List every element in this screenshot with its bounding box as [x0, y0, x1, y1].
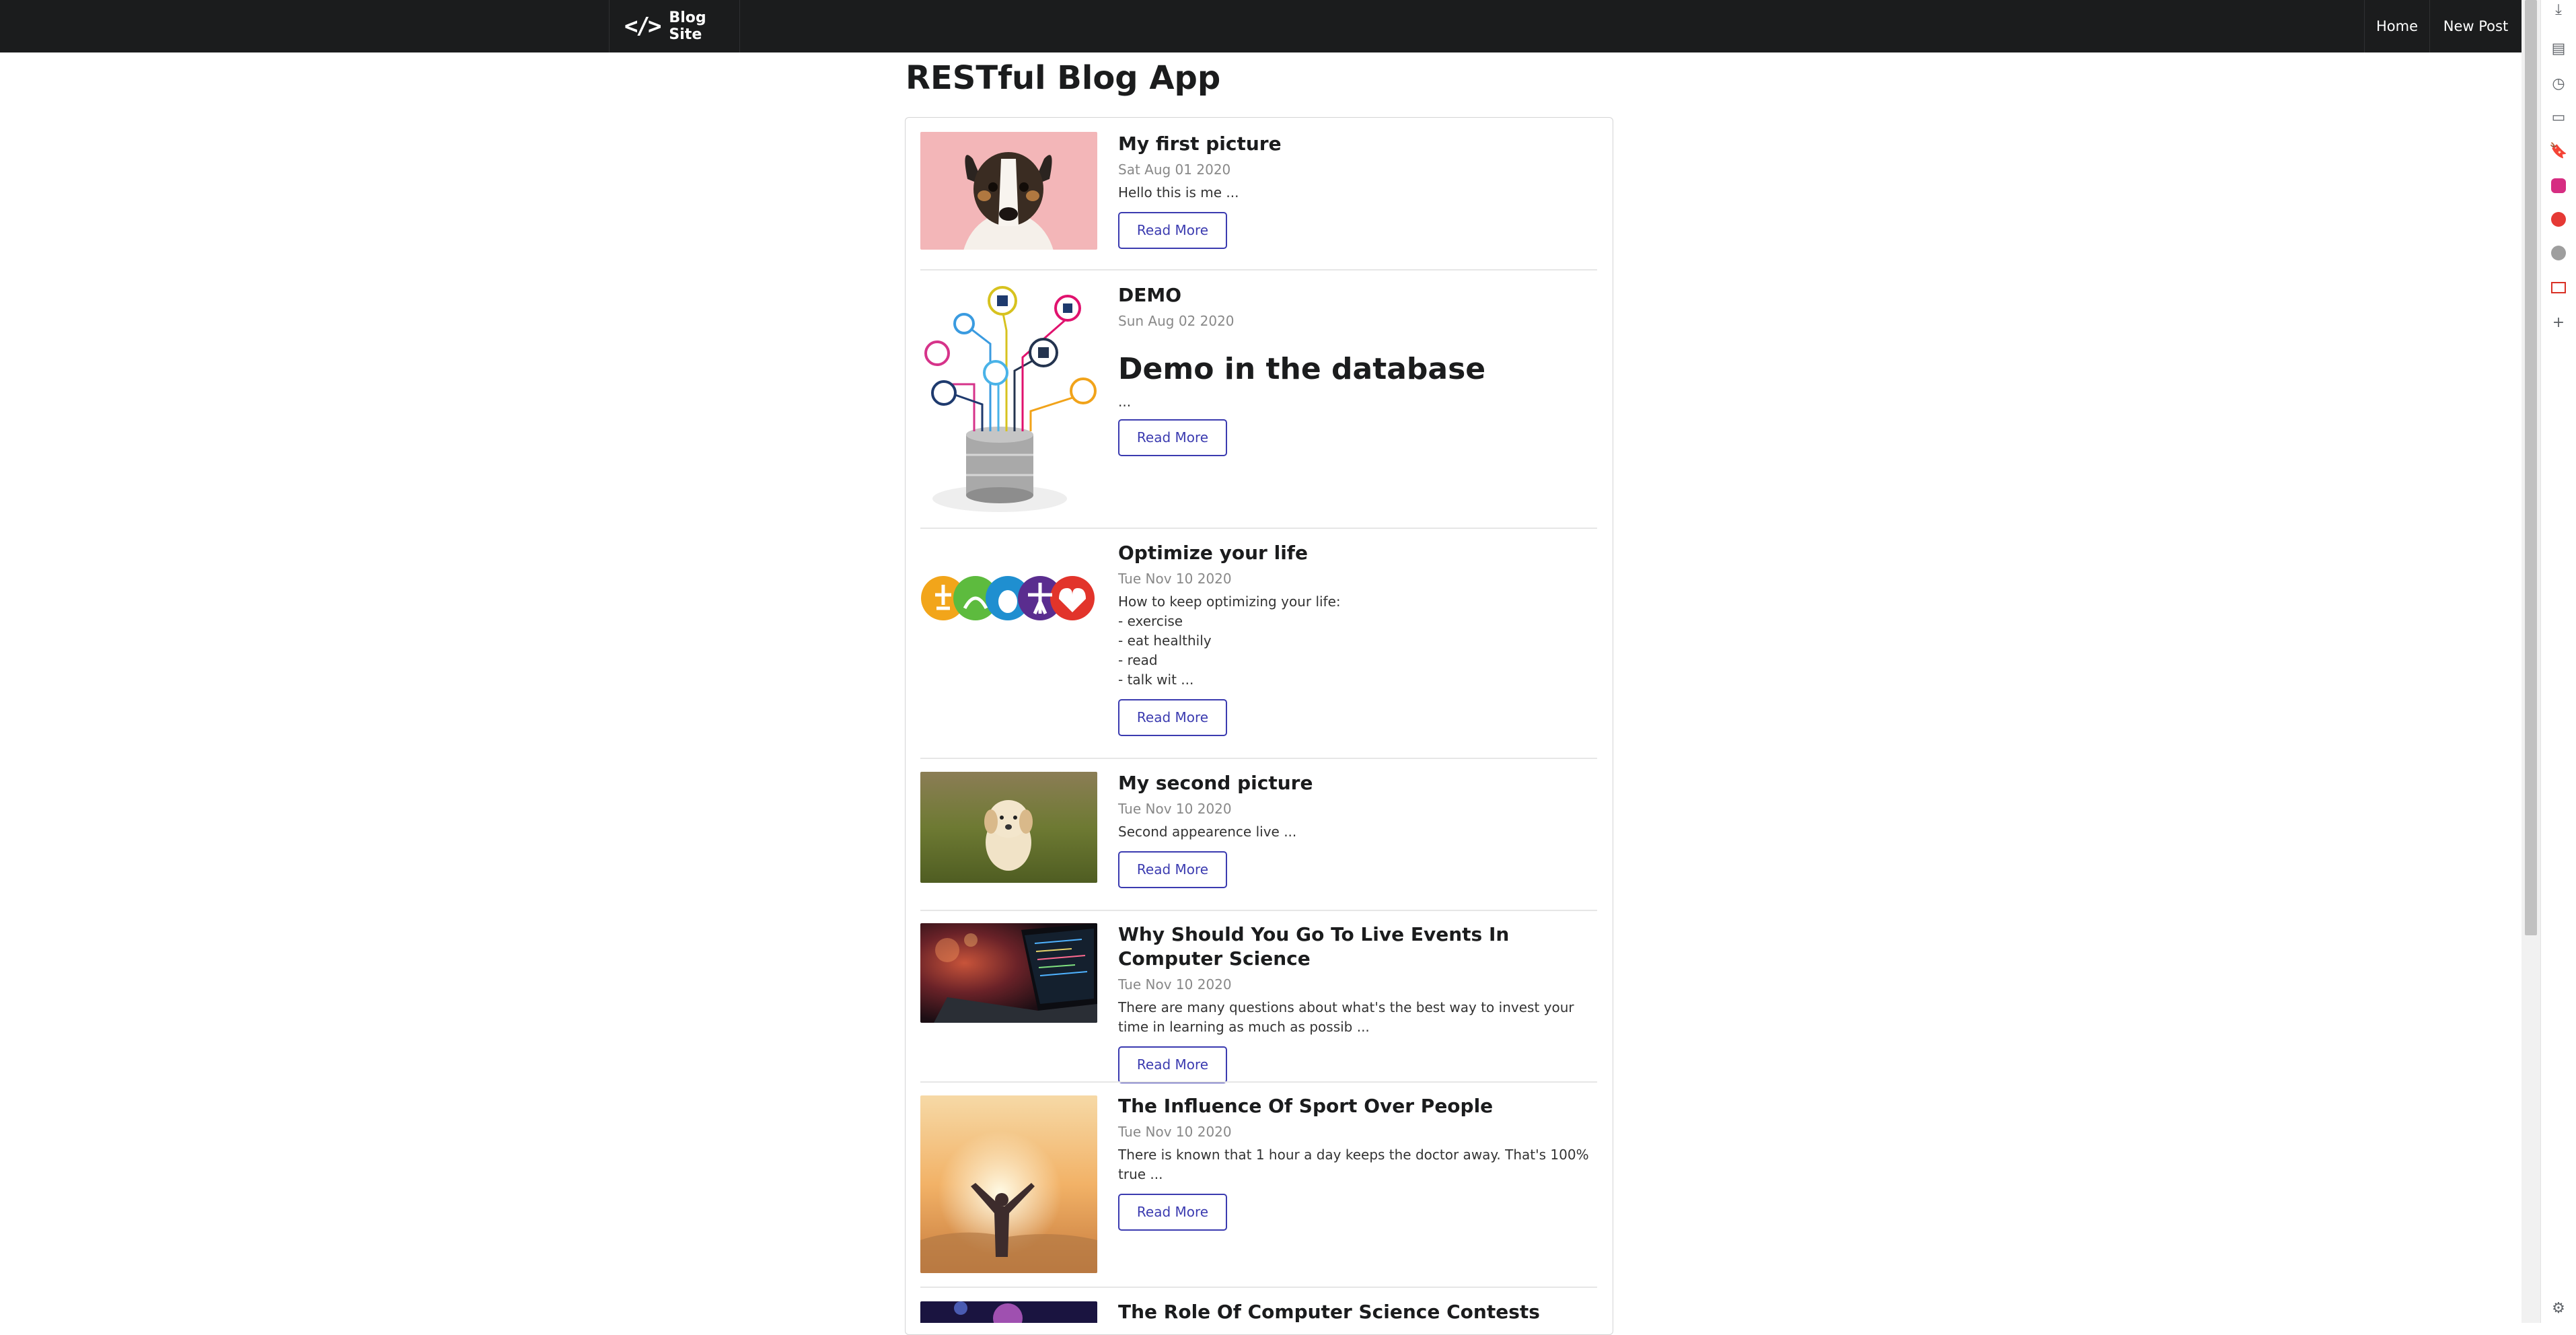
contest-photo-image: [920, 1301, 1097, 1323]
post-image[interactable]: [920, 283, 1097, 515]
page-scrollbar[interactable]: [2522, 0, 2540, 1323]
post-description: Demo in the database: [1118, 352, 1486, 386]
post-description: Second appearence live ...: [1118, 824, 1297, 840]
post-description: There are many questions about what's th…: [1118, 999, 1574, 1035]
post-date: Tue Nov 10 2020: [1118, 571, 1232, 587]
post-image[interactable]: [920, 1095, 1097, 1273]
post-image[interactable]: [920, 923, 1097, 1023]
post-content: Why Should You Go To Live Events In Comp…: [1118, 923, 1596, 1083]
post-image[interactable]: [920, 568, 1097, 628]
dog-portrait-image: [920, 132, 1097, 250]
divider: [920, 1287, 1597, 1288]
history-icon[interactable]: ◷: [2549, 74, 2568, 93]
divider: [920, 269, 1597, 270]
gmail-icon[interactable]: [2549, 278, 2568, 297]
reading-list-icon[interactable]: ▤: [2549, 39, 2568, 58]
list-item: The Role Of Computer Science Contests: [920, 1300, 1596, 1323]
wellness-icons-image: [921, 576, 1095, 620]
divider: [920, 1081, 1597, 1083]
post-title[interactable]: DEMO: [1118, 283, 1596, 308]
post-title[interactable]: Why Should You Go To Live Events In Comp…: [1118, 923, 1596, 971]
read-more-button[interactable]: Read More: [1118, 1194, 1227, 1231]
divider: [920, 758, 1597, 759]
nav-home-link[interactable]: Home: [2364, 0, 2429, 52]
page-title: RESTful Blog App: [906, 59, 1221, 97]
post-title[interactable]: The Role Of Computer Science Contests: [1118, 1300, 1596, 1323]
top-navbar: </> Blog Site Home New Post: [0, 0, 2522, 52]
post-content: The Influence Of Sport Over People Tue N…: [1118, 1094, 1596, 1231]
post-content: My second picture Tue Nov 10 2020 Second…: [1118, 771, 1596, 888]
tabs-icon[interactable]: ▭: [2549, 108, 2568, 127]
post-description: How to keep optimizing your life: - exer…: [1118, 593, 1341, 688]
divider: [920, 528, 1597, 529]
puppy-photo-image: [920, 772, 1097, 883]
settings-icon[interactable]: ⚙: [2549, 1299, 2568, 1318]
read-more-button[interactable]: Read More: [1118, 1046, 1227, 1083]
post-content: The Role Of Computer Science Contests: [1118, 1300, 1596, 1323]
nav-new-post-link[interactable]: New Post: [2429, 0, 2522, 52]
scrollbar-thumb[interactable]: [2525, 0, 2537, 935]
chrome-icon[interactable]: [2549, 244, 2568, 262]
post-content: DEMO Sun Aug 02 2020 Demo in the databas…: [1118, 283, 1596, 456]
post-date: Tue Nov 10 2020: [1118, 801, 1232, 817]
read-more-button[interactable]: Read More: [1118, 851, 1227, 888]
browser-side-panel: ⤓ ▤ ◷ ▭ 🔖 + ⚙: [2540, 0, 2576, 1323]
post-title[interactable]: Optimize your life: [1118, 541, 1596, 565]
add-icon[interactable]: +: [2549, 313, 2568, 332]
post-image[interactable]: [920, 1301, 1097, 1323]
post-title[interactable]: My first picture: [1118, 132, 1596, 156]
post-date: Tue Nov 10 2020: [1118, 1124, 1232, 1140]
sunset-person-image: [920, 1095, 1097, 1273]
brand-link[interactable]: </> Blog Site: [609, 0, 740, 52]
read-more-button[interactable]: Read More: [1118, 419, 1227, 456]
post-date: Tue Nov 10 2020: [1118, 976, 1232, 993]
read-more-button[interactable]: Read More: [1118, 699, 1227, 736]
read-more-button[interactable]: Read More: [1118, 212, 1227, 249]
post-date: Sun Aug 02 2020: [1118, 313, 1235, 329]
post-title[interactable]: My second picture: [1118, 771, 1596, 795]
brand-label: Blog Site: [669, 9, 706, 43]
nav-home-label: Home: [2376, 18, 2418, 34]
post-description: There is known that 1 hour a day keeps t…: [1118, 1147, 1589, 1182]
laptop-code-image: [920, 923, 1097, 1023]
youtube-icon[interactable]: [2549, 210, 2568, 229]
instagram-icon[interactable]: [2549, 176, 2568, 195]
divider: [920, 910, 1597, 911]
database-infographic-image: [920, 283, 1097, 515]
nav-new-post-label: New Post: [2443, 18, 2509, 34]
post-content: Optimize your life Tue Nov 10 2020 How t…: [1118, 541, 1596, 736]
post-description: Hello this is me ...: [1118, 184, 1239, 201]
post-date: Sat Aug 01 2020: [1118, 161, 1231, 178]
post-description-ellipsis: ...: [1118, 394, 1132, 410]
post-content: My first picture Sat Aug 01 2020 Hello t…: [1118, 132, 1596, 249]
bookmark-icon[interactable]: 🔖: [2549, 141, 2568, 160]
post-image[interactable]: [920, 772, 1097, 883]
code-icon: </>: [624, 13, 661, 40]
download-icon[interactable]: ⤓: [2549, 0, 2568, 19]
post-image[interactable]: [920, 132, 1097, 250]
post-title[interactable]: The Influence Of Sport Over People: [1118, 1094, 1596, 1118]
